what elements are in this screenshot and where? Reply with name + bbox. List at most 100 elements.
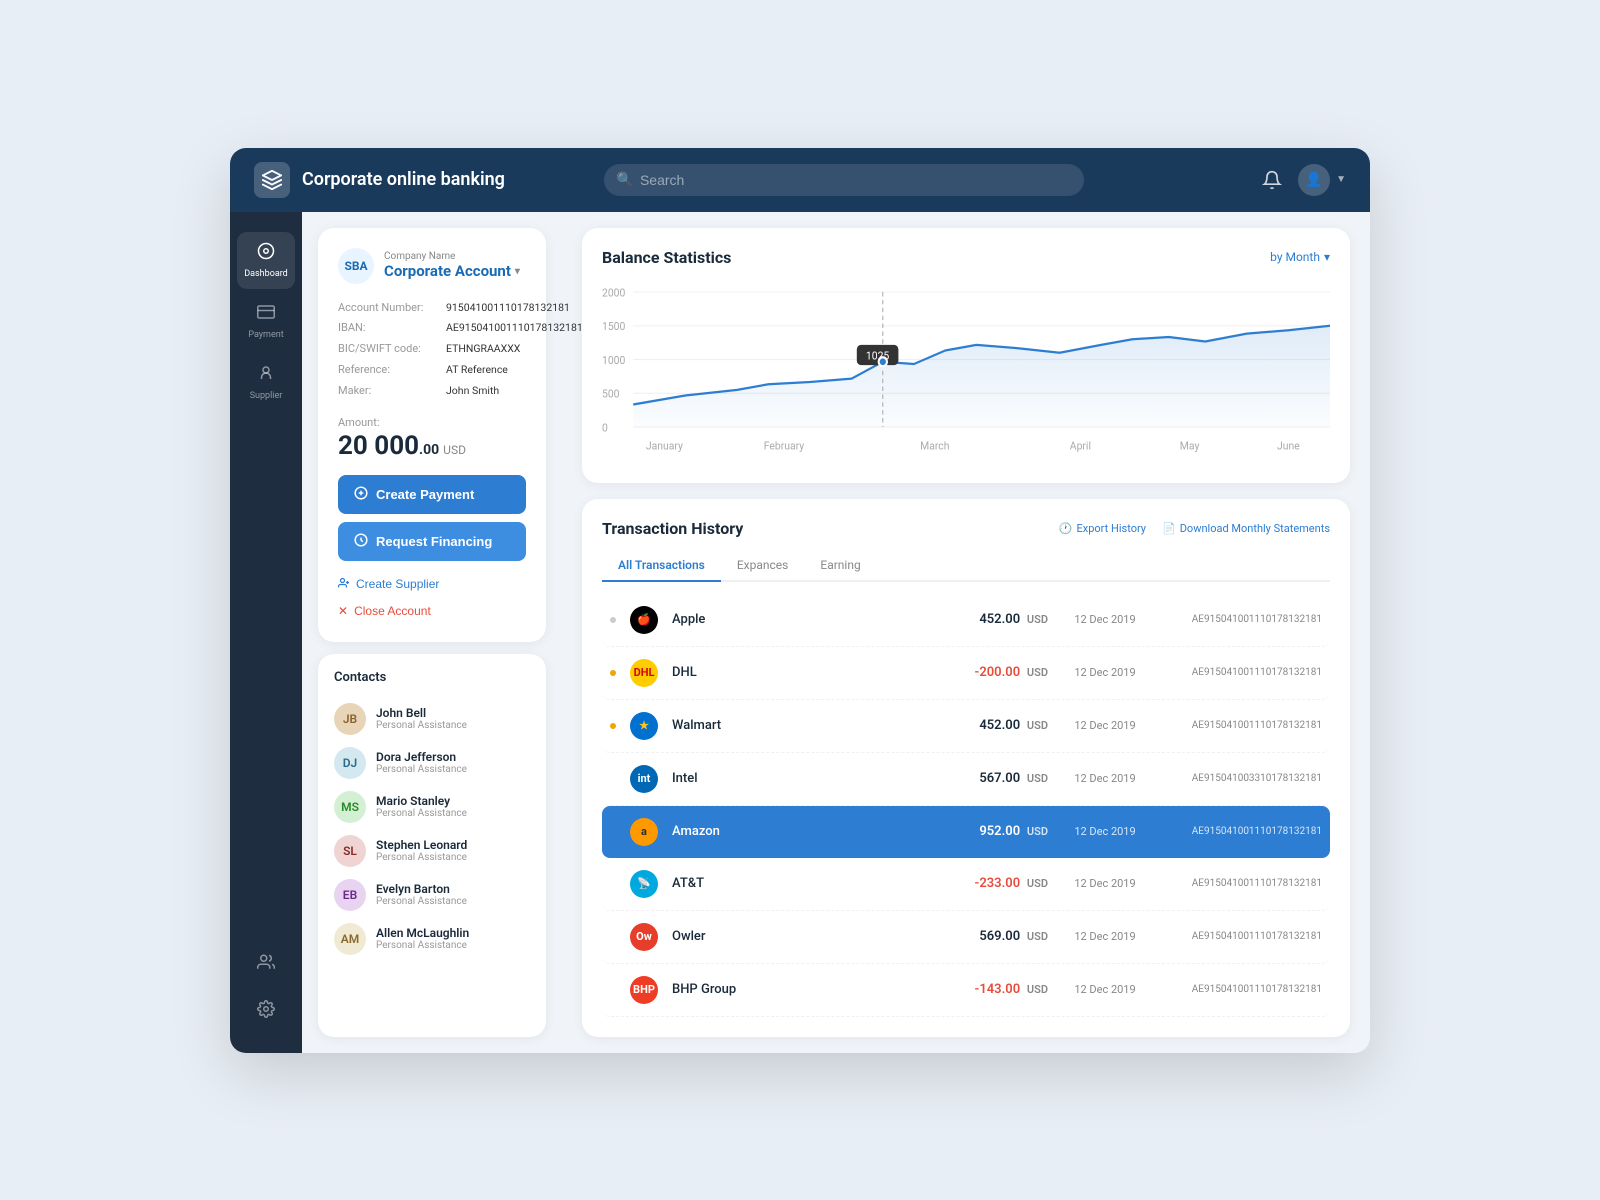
request-financing-button[interactable]: Request Financing bbox=[338, 522, 526, 561]
contact-role: Personal Assistance bbox=[376, 720, 467, 731]
tab-expances[interactable]: Expances bbox=[721, 550, 805, 582]
contact-item[interactable]: AM Allen McLaughlin Personal Assistance bbox=[334, 917, 530, 961]
sidebar-item-supplier[interactable]: Supplier bbox=[237, 354, 295, 411]
transaction-logo: Ow bbox=[628, 921, 660, 953]
sidebar-item-settings[interactable] bbox=[237, 990, 295, 1033]
transaction-amount: -200.00 USD bbox=[975, 665, 1048, 680]
transaction-tabs: All Transactions Expances Earning bbox=[602, 550, 1330, 582]
transaction-ref: AE915041001110178132181 bbox=[1162, 667, 1322, 678]
table-row[interactable]: 📡 AT&T -233.00 USD 12 Dec 2019 AE9150410… bbox=[602, 858, 1330, 911]
search-bar[interactable]: 🔍 bbox=[604, 164, 1084, 196]
svg-text:January: January bbox=[646, 439, 683, 453]
table-row[interactable]: a Amazon 952.00 USD 12 Dec 2019 AE915041… bbox=[602, 806, 1330, 858]
transactions-actions: 🕐 Export History 📄 Download Monthly Stat… bbox=[1059, 522, 1330, 535]
transactions-list: 🍎 Apple 452.00 USD 12 Dec 2019 AE9150410… bbox=[602, 594, 1330, 1017]
create-payment-icon bbox=[354, 486, 368, 503]
transaction-date: 12 Dec 2019 bbox=[1060, 719, 1150, 732]
payment-icon bbox=[257, 303, 275, 326]
transaction-date: 12 Dec 2019 bbox=[1060, 825, 1150, 838]
sidebar-item-payment[interactable]: Payment bbox=[237, 293, 295, 350]
transaction-currency: USD bbox=[1024, 825, 1048, 838]
transaction-logo: a bbox=[628, 816, 660, 848]
transaction-name: Owler bbox=[672, 929, 966, 944]
balance-chart: 2000 1500 1000 500 0 bbox=[602, 283, 1330, 463]
table-row[interactable]: ★ Walmart 452.00 USD 12 Dec 2019 AE91504… bbox=[602, 700, 1330, 753]
user-avatar: 👤 bbox=[1298, 164, 1330, 196]
transaction-name: Amazon bbox=[672, 824, 966, 839]
tab-earning[interactable]: Earning bbox=[804, 550, 876, 582]
export-history-button[interactable]: 🕐 Export History bbox=[1059, 522, 1146, 535]
chart-filter-button[interactable]: by Month ▾ bbox=[1270, 250, 1330, 264]
contact-role: Personal Assistance bbox=[376, 940, 469, 951]
contacts-title: Contacts bbox=[334, 670, 530, 685]
contact-avatar: SL bbox=[334, 835, 366, 867]
tab-all-transactions[interactable]: All Transactions bbox=[602, 550, 721, 582]
transaction-date: 12 Dec 2019 bbox=[1060, 983, 1150, 996]
chevron-down-icon: ▼ bbox=[1336, 174, 1346, 185]
contact-item[interactable]: SL Stephen Leonard Personal Assistance bbox=[334, 829, 530, 873]
logo-section: Corporate online banking bbox=[254, 162, 505, 198]
account-card: SBA Company Name Corporate Account ▾ Acc… bbox=[318, 228, 546, 642]
download-statements-button[interactable]: 📄 Download Monthly Statements bbox=[1162, 522, 1330, 535]
contact-role: Personal Assistance bbox=[376, 852, 467, 863]
contact-item[interactable]: JB John Bell Personal Assistance bbox=[334, 697, 530, 741]
table-row[interactable]: 🍎 Apple 452.00 USD 12 Dec 2019 AE9150410… bbox=[602, 594, 1330, 647]
transaction-amount: 569.00 USD bbox=[978, 929, 1048, 944]
transaction-date: 12 Dec 2019 bbox=[1060, 772, 1150, 785]
download-icon: 📄 bbox=[1162, 522, 1176, 535]
transaction-currency: USD bbox=[1024, 613, 1048, 626]
header-actions: 👤 ▼ bbox=[1262, 164, 1346, 196]
close-account-icon: ✕ bbox=[338, 604, 348, 618]
table-row[interactable]: DHL DHL -200.00 USD 12 Dec 2019 AE915041… bbox=[602, 647, 1330, 700]
transaction-date: 12 Dec 2019 bbox=[1060, 613, 1150, 626]
contact-role: Personal Assistance bbox=[376, 764, 467, 775]
account-header: SBA Company Name Corporate Account ▾ bbox=[338, 248, 526, 284]
contact-name: John Bell bbox=[376, 706, 467, 720]
amount-section: Amount: 20 000.00USD bbox=[338, 416, 526, 461]
transaction-logo: ★ bbox=[628, 710, 660, 742]
sidebar: Dashboard Payment Supplier bbox=[230, 212, 302, 1053]
close-account-button[interactable]: ✕ Close Account bbox=[338, 600, 431, 622]
contact-role: Personal Assistance bbox=[376, 808, 467, 819]
transaction-currency: USD bbox=[1024, 983, 1048, 996]
table-row[interactable]: BHP BHP Group -143.00 USD 12 Dec 2019 AE… bbox=[602, 964, 1330, 1017]
account-details: Account Number: 915041001110178132181 IB… bbox=[338, 298, 526, 402]
table-row[interactable]: int Intel 567.00 USD 12 Dec 2019 AE91504… bbox=[602, 753, 1330, 806]
transaction-dot bbox=[610, 617, 616, 623]
request-financing-icon bbox=[354, 533, 368, 550]
transaction-ref: AE915041001110178132181 bbox=[1162, 878, 1322, 889]
transaction-dot bbox=[610, 934, 616, 940]
transaction-logo: DHL bbox=[628, 657, 660, 689]
transactions-title: Transaction History bbox=[602, 519, 743, 538]
transaction-date: 12 Dec 2019 bbox=[1060, 666, 1150, 679]
contact-item[interactable]: DJ Dora Jefferson Personal Assistance bbox=[334, 741, 530, 785]
create-supplier-button[interactable]: Create Supplier bbox=[338, 573, 439, 596]
chart-section: Balance Statistics by Month ▾ 2000 1500 … bbox=[582, 228, 1350, 483]
contact-item[interactable]: EB Evelyn Barton Personal Assistance bbox=[334, 873, 530, 917]
svg-text:500: 500 bbox=[602, 387, 620, 401]
search-input[interactable] bbox=[604, 164, 1084, 196]
svg-text:2000: 2000 bbox=[602, 286, 625, 300]
contacts-list: JB John Bell Personal Assistance DJ Dora… bbox=[334, 697, 530, 961]
account-dropdown-icon[interactable]: ▾ bbox=[515, 266, 520, 277]
export-icon: 🕐 bbox=[1059, 522, 1073, 535]
transaction-amount: 567.00 USD bbox=[978, 771, 1048, 786]
transaction-currency: USD bbox=[1024, 666, 1048, 679]
sidebar-item-users[interactable] bbox=[237, 943, 295, 986]
transaction-ref: AE915041001110178132181 bbox=[1162, 984, 1322, 995]
notifications-button[interactable] bbox=[1262, 170, 1282, 190]
transaction-name: AT&T bbox=[672, 876, 963, 891]
account-logo: SBA bbox=[338, 248, 374, 284]
transaction-ref: AE915041001110178132181 bbox=[1162, 614, 1322, 625]
user-menu-button[interactable]: 👤 ▼ bbox=[1298, 164, 1346, 196]
table-row[interactable]: Ow Owler 569.00 USD 12 Dec 2019 AE915041… bbox=[602, 911, 1330, 964]
users-icon bbox=[257, 953, 275, 976]
create-payment-button[interactable]: Create Payment bbox=[338, 475, 526, 514]
contact-item[interactable]: MS Mario Stanley Personal Assistance bbox=[334, 785, 530, 829]
contact-name: Stephen Leonard bbox=[376, 838, 467, 852]
transaction-name: Apple bbox=[672, 612, 966, 627]
supplier-icon bbox=[257, 364, 275, 387]
transaction-name: Intel bbox=[672, 771, 966, 786]
svg-text:April: April bbox=[1070, 439, 1091, 453]
sidebar-item-dashboard[interactable]: Dashboard bbox=[237, 232, 295, 289]
